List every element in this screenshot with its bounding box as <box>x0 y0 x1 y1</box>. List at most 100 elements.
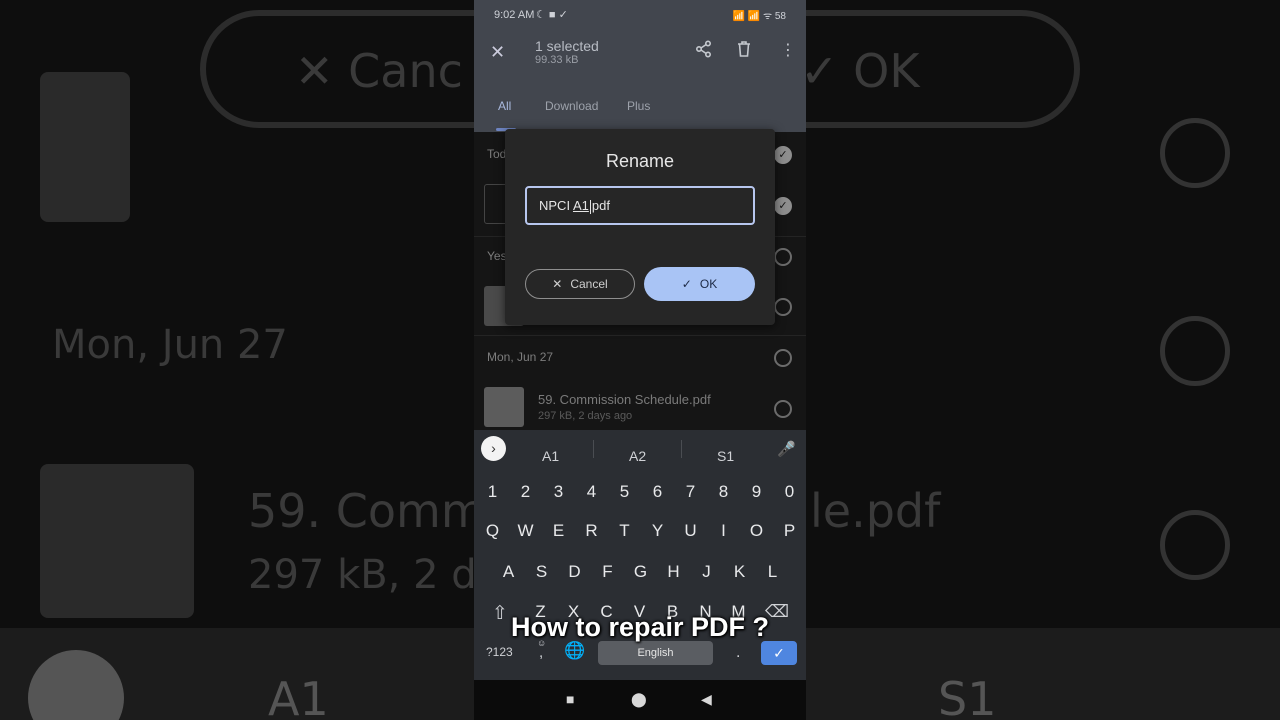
background-file-text: 59. Comm <box>248 484 486 538</box>
navigation-bar: ■ ⬤ ◀ <box>474 680 806 720</box>
globe-icon[interactable]: 🌐 <box>564 641 585 661</box>
key-5[interactable]: 5 <box>608 482 641 502</box>
input-selected-text: A1 <box>572 198 589 213</box>
key-s[interactable]: S <box>525 562 558 582</box>
key-k[interactable]: K <box>723 562 756 582</box>
background-cancel-text: ✕ Canc <box>295 44 463 98</box>
text-cursor <box>589 199 591 214</box>
cancel-label: Cancel <box>570 277 608 291</box>
key-1[interactable]: 1 <box>476 482 509 502</box>
suggestion-3[interactable]: S1 <box>717 448 734 464</box>
divider <box>681 440 682 458</box>
section-header-today: Tod <box>487 147 507 161</box>
tab-download[interactable]: Download <box>545 99 598 113</box>
key-a[interactable]: A <box>492 562 525 582</box>
status-notification-icons: ☾ ■ ✓ <box>536 9 568 21</box>
microphone-icon[interactable]: 🎤 <box>777 440 796 458</box>
rename-dialog: Rename NPCI A1 pdf ✕ Cancel ✓ OK <box>505 129 775 325</box>
background-radio <box>1160 316 1230 386</box>
key-w[interactable]: W <box>509 521 542 541</box>
background-suggestion: A1 <box>268 672 329 720</box>
key-l[interactable]: L <box>756 562 789 582</box>
tab-all[interactable]: All <box>498 99 511 113</box>
more-vert-icon[interactable]: ⋮ <box>780 40 796 60</box>
key-y[interactable]: Y <box>641 521 674 541</box>
ok-label: OK <box>699 277 718 291</box>
section-header-mon-jun-27: Mon, Jun 27 <box>487 350 554 364</box>
dialog-title: Rename <box>605 151 675 171</box>
key-e[interactable]: E <box>542 521 575 541</box>
section-header-yesterday: Yes <box>487 249 507 263</box>
key-o[interactable]: O <box>740 521 773 541</box>
selection-app-bar: ✕ 1 selected 99.33 kB ⋮ All Download Plu… <box>474 30 806 132</box>
file-name[interactable]: 59. Commission Schedule.pdf <box>538 392 711 407</box>
delete-icon[interactable] <box>736 40 752 63</box>
key-h[interactable]: H <box>657 562 690 582</box>
background-radio <box>1160 510 1230 580</box>
video-caption: How to repair PDF ? <box>510 612 770 642</box>
selection-size: 99.33 kB <box>535 54 579 66</box>
key-0[interactable]: 0 <box>773 482 806 502</box>
recents-icon[interactable]: ■ <box>566 691 574 707</box>
background-date-text: Mon, Jun 27 <box>52 322 288 368</box>
back-icon[interactable]: ◀ <box>701 691 712 708</box>
symbols-key[interactable]: ?123 <box>486 645 513 659</box>
tab-plus[interactable]: Plus <box>627 99 650 113</box>
key-7[interactable]: 7 <box>674 482 707 502</box>
radio-icon[interactable] <box>774 349 792 367</box>
background-arrow-circle <box>28 650 124 720</box>
key-3[interactable]: 3 <box>542 482 575 502</box>
divider <box>474 335 806 336</box>
background-meta-text: 297 kB, 2 d <box>248 552 477 598</box>
selection-title: 1 selected <box>535 38 599 54</box>
background-thumbnail <box>40 464 194 618</box>
home-icon[interactable]: ⬤ <box>631 691 647 708</box>
input-prefix: NPCI <box>539 198 573 213</box>
suggestion-2[interactable]: A2 <box>629 448 646 464</box>
key-4[interactable]: 4 <box>575 482 608 502</box>
file-meta: 297 kB, 2 days ago <box>538 410 633 422</box>
suggestion-1[interactable]: A1 <box>542 448 559 464</box>
key-g[interactable]: G <box>624 562 657 582</box>
key-r[interactable]: R <box>575 521 608 541</box>
radio-icon[interactable] <box>774 400 792 418</box>
cancel-button[interactable]: ✕ Cancel <box>525 269 635 299</box>
key-6[interactable]: 6 <box>641 482 674 502</box>
enter-check-icon[interactable]: ✓ <box>761 641 797 665</box>
close-icon[interactable]: ✕ <box>490 42 505 63</box>
key-8[interactable]: 8 <box>707 482 740 502</box>
key-i[interactable]: I <box>707 521 740 541</box>
checked-radio-icon[interactable]: ✓ <box>774 197 792 215</box>
ok-button[interactable]: ✓ OK <box>644 267 755 301</box>
key-j[interactable]: J <box>690 562 723 582</box>
background-radio <box>1160 118 1230 188</box>
background-thumbnail <box>40 72 130 222</box>
key-u[interactable]: U <box>674 521 707 541</box>
close-icon: ✕ <box>552 277 563 291</box>
file-thumbnail[interactable] <box>484 387 524 427</box>
key-t[interactable]: T <box>608 521 641 541</box>
background-suggestion: S1 <box>938 672 997 720</box>
key-q[interactable]: Q <box>476 521 509 541</box>
input-suffix: pdf <box>591 198 610 213</box>
radio-icon[interactable] <box>774 248 792 266</box>
key-p[interactable]: P <box>773 521 806 541</box>
period-key[interactable]: . <box>736 644 740 662</box>
check-icon: ✓ <box>681 277 692 291</box>
key-d[interactable]: D <box>558 562 591 582</box>
status-signal-battery-icons: 📶 📶 ᯤ 58 <box>732 11 787 22</box>
status-bar: 9:02 AM ☾ ■ ✓ 📶 📶 ᯤ 58 <box>474 0 806 30</box>
checked-radio-icon[interactable]: ✓ <box>774 146 792 164</box>
share-icon[interactable] <box>695 40 713 63</box>
key-9[interactable]: 9 <box>740 482 773 502</box>
status-time: 9:02 AM <box>494 9 535 21</box>
key-f[interactable]: F <box>591 562 624 582</box>
chevron-right-icon[interactable]: › <box>481 436 506 461</box>
background-ok-text: ✓ OK <box>800 44 920 98</box>
space-key[interactable]: English <box>598 641 713 665</box>
background-file-text-end: le.pdf <box>810 484 941 538</box>
key-2[interactable]: 2 <box>509 482 542 502</box>
divider <box>593 440 594 458</box>
file-name-input[interactable]: NPCI A1 pdf <box>525 186 755 225</box>
radio-icon[interactable] <box>774 298 792 316</box>
